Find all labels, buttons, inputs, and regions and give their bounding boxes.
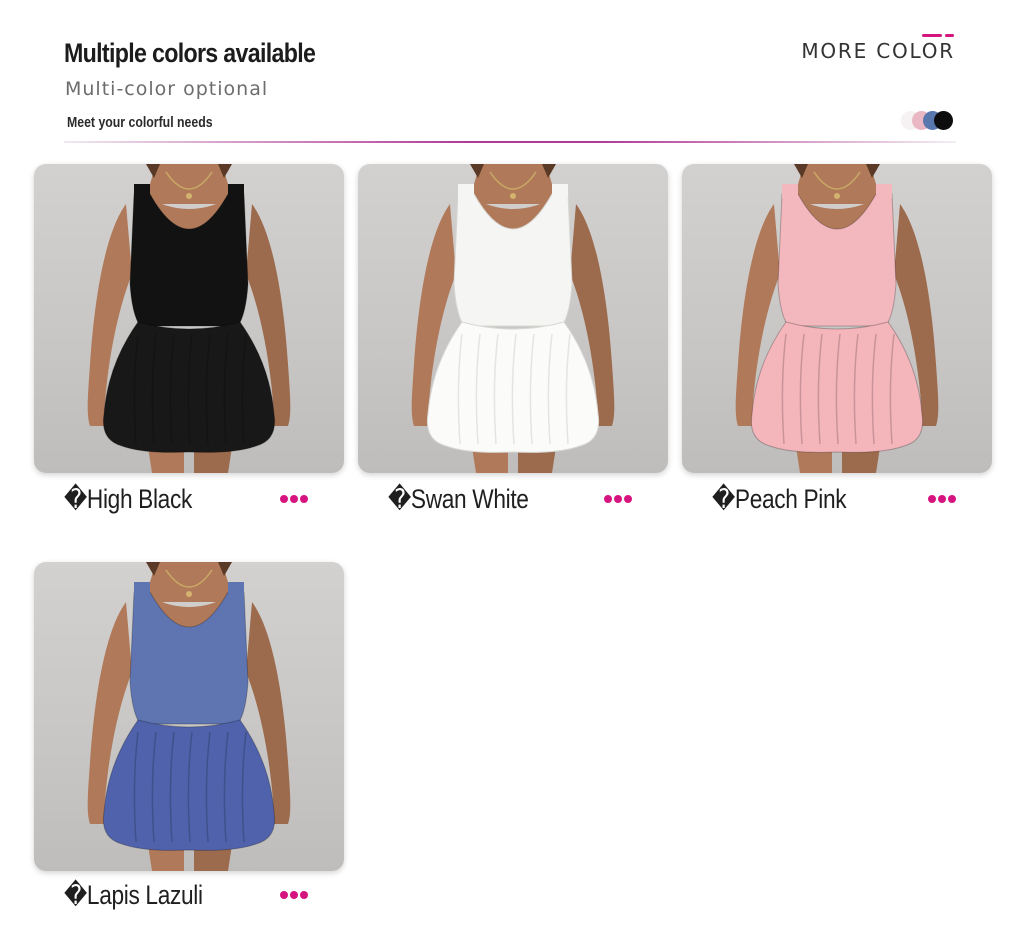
dress-model-illustration: [87, 164, 291, 473]
product-image[interactable]: [682, 164, 992, 473]
more-dots-icon[interactable]: [280, 494, 308, 504]
more-color-link[interactable]: MORE COLOR: [801, 39, 955, 63]
section-header: Multiple colors available Multi-color op…: [0, 0, 1024, 150]
product-card-swan-white[interactable]: �Swan White: [358, 164, 668, 514]
product-color-label: �Peach Pink: [712, 484, 847, 514]
product-color-label: �Lapis Lazuli: [64, 880, 203, 910]
more-dots-icon[interactable]: [604, 494, 632, 504]
product-image[interactable]: [34, 562, 344, 871]
color-options-page: Multiple colors available Multi-color op…: [0, 0, 1024, 930]
header-divider: [64, 141, 956, 143]
product-card-peach-pink[interactable]: �Peach Pink: [682, 164, 992, 514]
product-card-high-black[interactable]: �High Black: [34, 164, 344, 514]
more-dots-icon[interactable]: [280, 890, 308, 900]
dress-model-illustration: [87, 562, 291, 871]
page-title: Multiple colors available: [64, 38, 316, 68]
product-image[interactable]: [358, 164, 668, 473]
color-swatches: [901, 111, 955, 131]
more-dots-icon[interactable]: [928, 494, 956, 504]
product-color-label: �Swan White: [388, 484, 529, 514]
product-image[interactable]: [34, 164, 344, 473]
dress-model-illustration: [411, 164, 615, 473]
product-card-lapis-lazuli[interactable]: �Lapis Lazuli: [34, 562, 344, 910]
accent-marks: [922, 34, 954, 38]
page-subtitle: Multi-color optional: [65, 78, 269, 100]
dress-model-illustration: [735, 164, 939, 473]
swatch-black: [934, 111, 953, 130]
product-color-label: �High Black: [64, 484, 192, 514]
tagline: Meet your colorful needs: [67, 114, 213, 131]
